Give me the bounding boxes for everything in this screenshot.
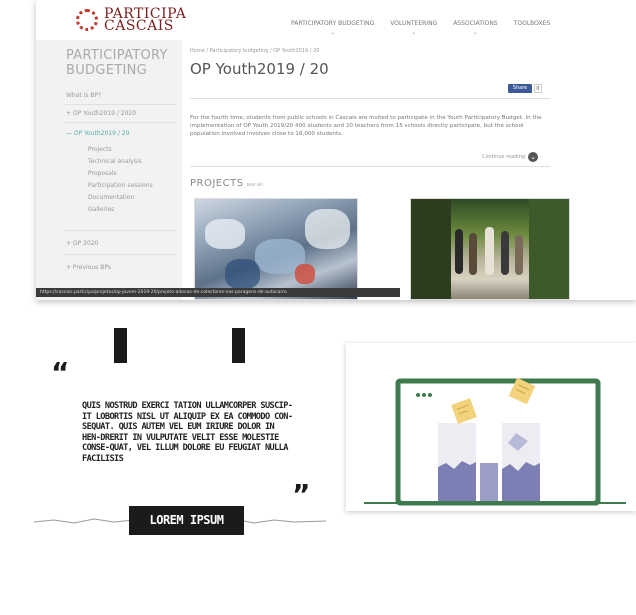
chevron-down-circle-icon: ⌄ <box>528 152 539 162</box>
sidebar-title: PARTICIPATORY BUDGETING <box>66 48 168 78</box>
image-detail <box>515 235 523 275</box>
sidebar-subitem-technical-analysis[interactable]: Technical analysis <box>88 158 142 165</box>
site-header: PARTICIPA CASCAIS PARTICIPATORY BUDGETIN… <box>36 0 636 40</box>
window-dot <box>422 393 426 397</box>
laptop-illustration <box>364 377 626 506</box>
projects-heading: PROJECTS see all <box>190 178 263 189</box>
quote-card: “ QUIS NOSTRUD EXERCI TATION ULLAMCORPER… <box>34 328 326 535</box>
project-thumbnail-people-street[interactable] <box>410 198 570 300</box>
divider <box>190 98 550 99</box>
window-dot <box>428 393 432 397</box>
divider <box>64 230 176 231</box>
nav-label: ASSOCIATIONS <box>453 20 498 27</box>
nav-label: TOOLBOXES <box>513 20 551 27</box>
breadcrumb[interactable]: Home / Participatory budgeting / OP Yout… <box>190 48 319 54</box>
close-quote-icon: ” <box>292 478 311 511</box>
main-nav: PARTICIPATORY BUDGETING ⌄ VOLUNTEERING ⌄… <box>291 20 566 36</box>
image-detail <box>469 233 477 275</box>
logo-icon <box>76 9 98 31</box>
share-button[interactable]: Share <box>508 84 532 93</box>
nav-item-volunteering[interactable]: VOLUNTEERING ⌄ <box>390 20 437 36</box>
main-content: Home / Participatory budgeting / OP Yout… <box>182 40 636 300</box>
divider <box>64 254 176 255</box>
see-all-link[interactable]: see all <box>247 182 263 188</box>
continue-reading-link[interactable]: Continue reading ⌄ <box>482 152 539 162</box>
sidebar-item-op-2020[interactable]: + OP 2020 <box>66 240 98 247</box>
nav-label: VOLUNTEERING <box>390 20 438 27</box>
logo-text: PARTICIPA CASCAIS <box>104 7 186 33</box>
nav-label: PARTICIPATORY BUDGETING <box>291 20 375 27</box>
quote-text: QUIS NOSTRUD EXERCI TATION ULLAMCORPER S… <box>82 401 293 464</box>
nav-item-participatory-budgeting[interactable]: PARTICIPATORY BUDGETING ⌄ <box>291 20 374 36</box>
sidebar-subitem-documentation[interactable]: Documentation <box>88 194 134 201</box>
sidebar-subitem-participation-sessions[interactable]: Participation sessions <box>88 182 153 189</box>
image-detail <box>411 199 451 299</box>
tape-strip <box>114 328 127 363</box>
page-title: OP Youth2019 / 20 <box>190 60 329 78</box>
laptop-illustration-card <box>346 343 636 511</box>
sidebar: PARTICIPATORY BUDGETING What is BP? + OP… <box>36 40 182 300</box>
tape-strip <box>232 328 245 363</box>
image-detail <box>501 231 509 275</box>
divider <box>64 104 176 105</box>
sidebar-subitem-galleries[interactable]: Galleries <box>88 206 114 213</box>
image-detail <box>295 264 315 284</box>
sidebar-item-op-youth-2019-20[interactable]: — OP Youth2019 / 20 <box>66 130 129 137</box>
nav-item-toolboxes[interactable]: TOOLBOXES <box>514 20 551 36</box>
open-quote-icon: “ <box>51 356 70 389</box>
share-count: 0 <box>534 84 542 93</box>
image-detail <box>455 229 463 274</box>
image-detail <box>529 199 569 299</box>
divider <box>190 166 550 167</box>
divider <box>64 122 176 123</box>
chevron-down-icon: ⌄ <box>472 29 478 36</box>
bar-group <box>502 462 540 501</box>
browser-status-bar: https://cascais.participa/projetos/op-jo… <box>36 288 400 297</box>
project-thumbnail-plastic-waste[interactable] <box>194 198 358 300</box>
sidebar-item-what-is-bp[interactable]: What is BP? <box>66 92 101 99</box>
website-screenshot: PARTICIPA CASCAIS PARTICIPATORY BUDGETIN… <box>36 0 636 300</box>
sidebar-subitem-projects[interactable]: Projects <box>88 146 112 153</box>
continue-reading-label: Continue reading <box>482 154 526 160</box>
projects-heading-label: PROJECTS <box>190 178 244 189</box>
bar-group <box>438 461 476 501</box>
sidebar-item-op-youth-2019-2020[interactable]: + OP Youth2019 / 2020 <box>66 110 136 117</box>
lorem-ipsum-button[interactable]: LOREM IPSUM <box>129 506 244 535</box>
window-dot <box>416 393 420 397</box>
sidebar-subitem-proposals[interactable]: Proposals <box>88 170 117 177</box>
chevron-down-icon: ⌄ <box>411 29 417 36</box>
image-detail <box>205 219 245 249</box>
nav-item-associations[interactable]: ASSOCIATIONS ⌄ <box>453 20 498 36</box>
sidebar-item-previous-bps[interactable]: + Previous BPs <box>66 264 111 271</box>
intro-paragraph: For the fourth time, students from publi… <box>190 115 542 137</box>
bar <box>480 463 498 501</box>
site-logo[interactable]: PARTICIPA CASCAIS <box>76 7 186 33</box>
image-detail <box>225 259 260 289</box>
chevron-down-icon: ⌄ <box>330 29 336 36</box>
image-detail <box>485 227 494 275</box>
image-detail <box>305 209 350 249</box>
